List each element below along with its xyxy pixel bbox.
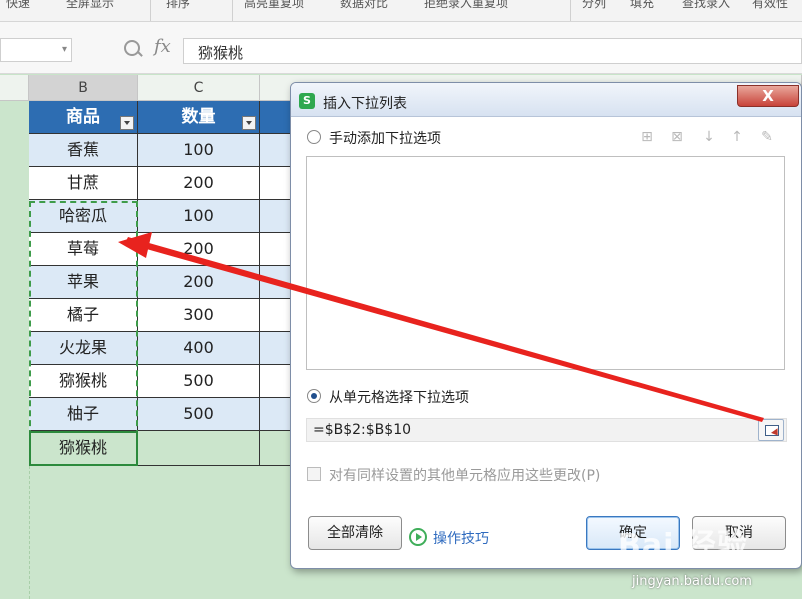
- manual-option-radio[interactable]: [307, 130, 321, 144]
- zoom-icon[interactable]: [124, 40, 140, 56]
- cell-product[interactable]: 哈密瓜: [29, 200, 138, 233]
- cell-range-input[interactable]: =$B$2:$B$10: [306, 418, 787, 442]
- move-up-icon[interactable]: ↑: [729, 129, 745, 145]
- ribbon-toolbar: 快速 全屏显示 排序 高亮重复项 数据对比 拒绝录入重复项 分列 填充 查找录入…: [0, 0, 802, 22]
- ribbon-item-fullscreen[interactable]: 全屏显示: [66, 0, 114, 11]
- baidu-watermark-logo: Bai 经验: [618, 528, 748, 563]
- cell-quantity[interactable]: 300: [138, 299, 260, 332]
- move-down-icon[interactable]: ↓: [701, 129, 717, 145]
- cell-product[interactable]: 甘蔗: [29, 167, 138, 200]
- ribbon-item-fill[interactable]: 填充: [630, 0, 654, 11]
- ribbon-separator: [150, 0, 151, 21]
- filter-dropdown-icon[interactable]: [120, 116, 134, 130]
- apply-same-settings-checkbox[interactable]: [307, 467, 321, 481]
- cell-product[interactable]: 橘子: [29, 299, 138, 332]
- edit-pencil-icon[interactable]: ✎: [759, 129, 775, 145]
- cell-quantity[interactable]: [138, 431, 260, 466]
- cell-product[interactable]: 香蕉: [29, 134, 138, 167]
- insert-dropdown-dialog: S 插入下拉列表 X 手动添加下拉选项 ⊞ ⊠ ↓ ↑ ✎ 从单元格选择下拉选项…: [290, 82, 802, 569]
- cell-quantity[interactable]: 500: [138, 365, 260, 398]
- cell-quantity[interactable]: 500: [138, 398, 260, 431]
- ribbon-item-quick[interactable]: 快速: [6, 0, 30, 11]
- cell-product[interactable]: 苹果: [29, 266, 138, 299]
- delete-item-icon[interactable]: ⊠: [669, 129, 685, 145]
- header-label: 数量: [181, 107, 216, 127]
- watermark-url: jingyan.baidu.com: [632, 574, 752, 589]
- header-label: 商品: [66, 107, 100, 127]
- cell-product[interactable]: 草莓: [29, 233, 138, 266]
- tips-link[interactable]: 操作技巧: [433, 528, 489, 548]
- ribbon-item-compare[interactable]: 数据对比: [340, 0, 388, 11]
- ribbon-item-highlight-duplicates[interactable]: 高亮重复项: [244, 0, 304, 11]
- cell-quantity[interactable]: 100: [138, 200, 260, 233]
- dialog-title: 插入下拉列表: [323, 96, 407, 112]
- ribbon-item-validation[interactable]: 有效性: [752, 0, 788, 11]
- cell-quantity[interactable]: 200: [138, 233, 260, 266]
- close-button[interactable]: X: [737, 85, 799, 107]
- column-header-c[interactable]: C: [138, 75, 260, 101]
- formula-bar: ▾ fx 猕猴桃: [0, 22, 802, 74]
- ribbon-separator: [232, 0, 233, 21]
- column-header-b[interactable]: B: [29, 75, 138, 101]
- manual-options-list[interactable]: [306, 156, 785, 370]
- chevron-down-icon[interactable]: ▾: [62, 44, 67, 55]
- header-cell-quantity[interactable]: 数量: [138, 101, 260, 134]
- cell-product[interactable]: 猕猴桃: [29, 365, 138, 398]
- cell-quantity[interactable]: 200: [138, 167, 260, 200]
- range-select-icon[interactable]: [758, 419, 784, 441]
- apply-same-settings-label: 对有同样设置的其他单元格应用这些更改(P): [329, 468, 601, 484]
- name-box[interactable]: ▾: [0, 38, 72, 62]
- ribbon-separator: [570, 0, 571, 21]
- ribbon-item-sort[interactable]: 排序: [166, 0, 190, 11]
- cell-quantity[interactable]: 100: [138, 134, 260, 167]
- play-circle-icon[interactable]: [409, 528, 427, 546]
- cell-quantity[interactable]: 200: [138, 266, 260, 299]
- ribbon-item-lookup[interactable]: 查找录入: [682, 0, 730, 11]
- ribbon-item-split[interactable]: 分列: [582, 0, 606, 11]
- cell-option-label[interactable]: 从单元格选择下拉选项: [329, 387, 469, 407]
- column-header-a[interactable]: [0, 75, 29, 101]
- cell-product[interactable]: 柚子: [29, 398, 138, 431]
- active-cell-outline: [29, 431, 138, 466]
- cell-product[interactable]: 火龙果: [29, 332, 138, 365]
- fx-icon[interactable]: fx: [154, 36, 171, 57]
- app-logo-icon: S: [299, 93, 315, 109]
- ribbon-item-reject-duplicates[interactable]: 拒绝录入重复项: [424, 0, 508, 11]
- filter-dropdown-icon[interactable]: [242, 116, 256, 130]
- cell-quantity[interactable]: 400: [138, 332, 260, 365]
- formula-input[interactable]: 猕猴桃: [183, 38, 802, 64]
- manual-option-label[interactable]: 手动添加下拉选项: [329, 128, 441, 148]
- dialog-title-bar[interactable]: S 插入下拉列表 X: [291, 83, 801, 117]
- add-item-icon[interactable]: ⊞: [639, 129, 655, 145]
- clear-all-button[interactable]: 全部清除: [308, 516, 402, 550]
- header-cell-product[interactable]: 商品: [29, 101, 138, 134]
- cell-option-radio[interactable]: [307, 389, 321, 403]
